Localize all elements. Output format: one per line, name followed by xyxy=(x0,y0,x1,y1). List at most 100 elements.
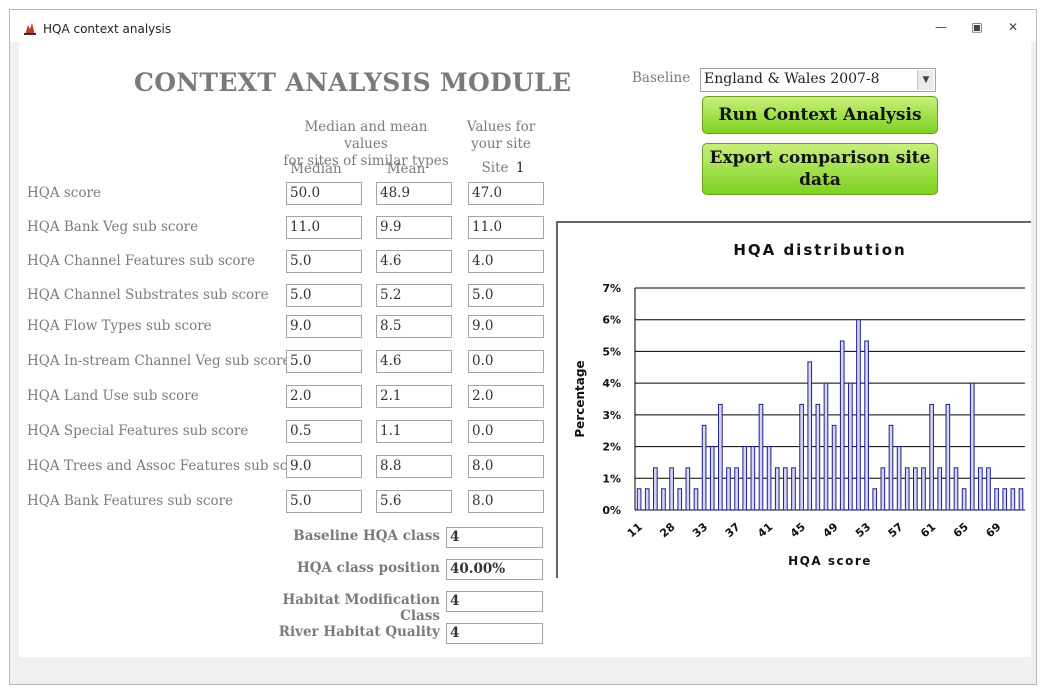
bar xyxy=(937,467,943,511)
mean-field[interactable]: 5.6 xyxy=(376,490,452,513)
bar xyxy=(986,467,991,511)
bar xyxy=(945,403,951,511)
median-field[interactable]: 5.0 xyxy=(286,284,362,307)
site-field[interactable]: 0.0 xyxy=(468,420,544,443)
y-tick-label: 1% xyxy=(602,472,621,485)
row-label: HQA Trees and Assoc Features sub score xyxy=(27,458,310,474)
bar xyxy=(929,403,934,511)
mean-field[interactable]: 4.6 xyxy=(376,250,452,273)
row-label: HQA Flow Types sub score xyxy=(27,318,212,334)
median-field[interactable]: 50.0 xyxy=(286,182,362,205)
mean-field[interactable]: 9.9 xyxy=(376,216,452,239)
row-label: HQA Channel Features sub score xyxy=(27,253,256,269)
row-label: HQA Land Use sub score xyxy=(27,388,199,404)
bar xyxy=(718,403,723,511)
bar xyxy=(888,424,894,511)
median-field[interactable]: 11.0 xyxy=(286,216,362,239)
bar xyxy=(636,488,642,511)
baseline-select[interactable]: England & Wales 2007-8 ▼ xyxy=(700,68,936,92)
mean-field[interactable]: 8.5 xyxy=(376,315,452,338)
bar xyxy=(864,340,869,511)
run-context-analysis-button[interactable]: Run Context Analysis xyxy=(702,96,938,134)
mean-field[interactable]: 2.1 xyxy=(376,385,452,408)
row-label: HQA Bank Features sub score xyxy=(27,493,234,509)
summary-label: Habitat Modification Class xyxy=(282,592,440,624)
site-field[interactable]: 11.0 xyxy=(468,216,544,239)
bar xyxy=(872,488,878,511)
x-tick-label: 11 xyxy=(625,520,645,540)
y-tick-label: 6% xyxy=(602,314,621,327)
mean-field[interactable]: 8.8 xyxy=(376,455,452,478)
y-tick-label: 7% xyxy=(602,282,621,295)
x-tick-label: 53 xyxy=(853,520,873,540)
bar xyxy=(766,446,772,511)
y-tick-label: 0% xyxy=(602,504,621,517)
chevron-down-icon[interactable]: ▼ xyxy=(917,70,934,90)
y-tick-label: 2% xyxy=(602,441,621,454)
restore-icon[interactable]: ▣ xyxy=(967,19,987,35)
median-field[interactable]: 9.0 xyxy=(286,455,362,478)
bar xyxy=(774,467,780,511)
close-icon[interactable]: ✕ xyxy=(1003,19,1023,35)
bar xyxy=(815,403,821,511)
site-field[interactable]: 8.0 xyxy=(468,455,544,478)
median-field[interactable]: 5.0 xyxy=(286,490,362,513)
summary-value-field[interactable]: 4 xyxy=(446,623,543,644)
median-field[interactable]: 2.0 xyxy=(286,385,362,408)
bar xyxy=(669,467,674,511)
minimize-icon[interactable]: — xyxy=(931,19,951,35)
module-title: CONTEXT ANALYSIS MODULE xyxy=(134,68,572,97)
bar xyxy=(758,403,764,511)
app-logo-icon xyxy=(24,23,36,35)
summary-value-field[interactable]: 4 xyxy=(446,527,543,548)
site-field[interactable]: 8.0 xyxy=(468,490,544,513)
median-field[interactable]: 0.5 xyxy=(286,420,362,443)
export-comparison-button[interactable]: Export comparison site data xyxy=(702,143,938,195)
export-button-label-1: Export comparison site xyxy=(709,148,931,168)
export-button-label-2: data xyxy=(799,170,841,190)
site-field[interactable]: 4.0 xyxy=(468,250,544,273)
bar xyxy=(807,361,813,511)
title-bar: HQA context analysis — ▣ ✕ xyxy=(10,10,1036,42)
bar xyxy=(969,382,975,511)
bar xyxy=(896,446,902,511)
x-tick-label: 41 xyxy=(755,520,775,540)
x-tick-label: 45 xyxy=(788,520,808,540)
x-tick-label: 57 xyxy=(886,520,906,540)
bar xyxy=(742,446,748,511)
site-field[interactable]: 9.0 xyxy=(468,315,544,338)
site-field[interactable]: 5.0 xyxy=(468,284,544,307)
y-axis-label: Percentage xyxy=(573,360,587,437)
median-field[interactable]: 5.0 xyxy=(286,350,362,373)
bar xyxy=(880,467,886,511)
bar xyxy=(783,467,788,511)
site-field[interactable]: 0.0 xyxy=(468,350,544,373)
y-tick-label: 5% xyxy=(602,345,621,358)
mean-field[interactable]: 4.6 xyxy=(376,350,452,373)
bar xyxy=(750,446,756,511)
mean-field[interactable]: 48.9 xyxy=(376,182,452,205)
chart-title: HQA distribution xyxy=(733,241,906,259)
median-field[interactable]: 9.0 xyxy=(286,315,362,338)
summary-label: River Habitat Quality xyxy=(278,624,440,640)
baseline-value: England & Wales 2007-8 xyxy=(704,71,880,87)
summary-value-field[interactable]: 40.00% xyxy=(446,559,543,580)
y-tick-label: 3% xyxy=(602,409,621,422)
run-button-label: Run Context Analysis xyxy=(718,105,922,125)
bar xyxy=(701,424,707,511)
site-field[interactable]: 47.0 xyxy=(468,182,544,205)
bar xyxy=(831,424,837,511)
bar xyxy=(1010,488,1016,511)
hqa-distribution-chart: HQA distribution 0% 1% 2% 3% 4% 5% 6% 7% 11 28 33 37… xyxy=(556,221,1031,578)
site-field[interactable]: 2.0 xyxy=(468,385,544,408)
x-tick-label: 61 xyxy=(918,520,938,540)
summary-value-field[interactable]: 4 xyxy=(446,591,543,612)
row-label: HQA Bank Veg sub score xyxy=(27,219,199,235)
window-title: HQA context analysis xyxy=(43,22,172,36)
bar xyxy=(693,488,699,511)
median-field[interactable]: 5.0 xyxy=(286,250,362,273)
mean-field[interactable]: 5.2 xyxy=(376,284,452,307)
x-tick-label: 65 xyxy=(951,520,971,540)
bar xyxy=(1018,488,1024,511)
mean-field[interactable]: 1.1 xyxy=(376,420,452,443)
